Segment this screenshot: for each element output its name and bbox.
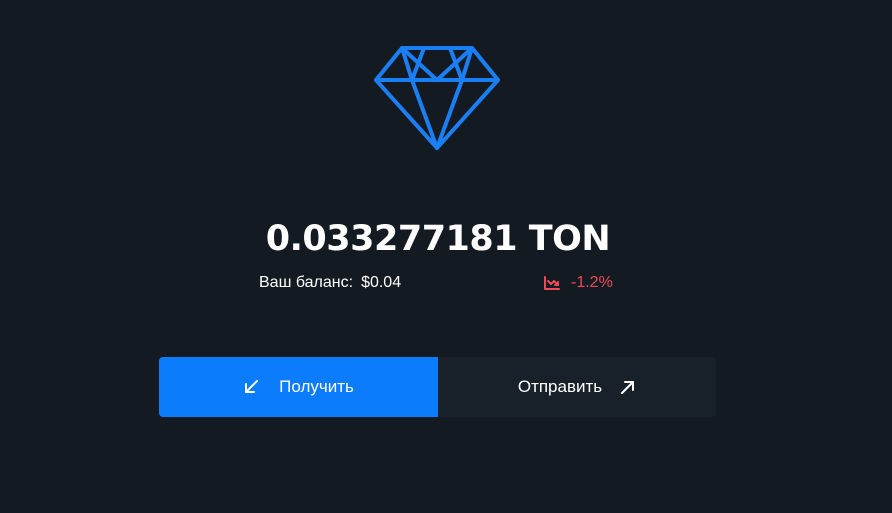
send-label: Отправить [517, 377, 603, 396]
arrow-down-left-icon [243, 379, 259, 395]
balance-amount: 0.033277181 TON [265, 219, 611, 259]
arrow-up-right-icon [620, 379, 636, 395]
price-change: -1.2% [543, 272, 613, 294]
balance-fiat-row: Ваш баланс: $0.04 [259, 272, 401, 294]
receive-button[interactable]: Получить [159, 357, 438, 417]
send-button[interactable]: Отправить [438, 357, 716, 417]
receive-label: Получить [279, 377, 354, 396]
balance-label: Ваш баланс: [259, 274, 354, 291]
wallet-screen: 0.033277181 TON Ваш баланс: $0.04 -1.2% П… [0, 0, 892, 513]
trend-down-icon [544, 276, 560, 290]
balance-value: $0.04 [361, 274, 402, 291]
price-change-value: -1.2% [571, 274, 613, 291]
diamond-icon [374, 46, 500, 150]
action-buttons: Получить Отправить [159, 357, 716, 417]
